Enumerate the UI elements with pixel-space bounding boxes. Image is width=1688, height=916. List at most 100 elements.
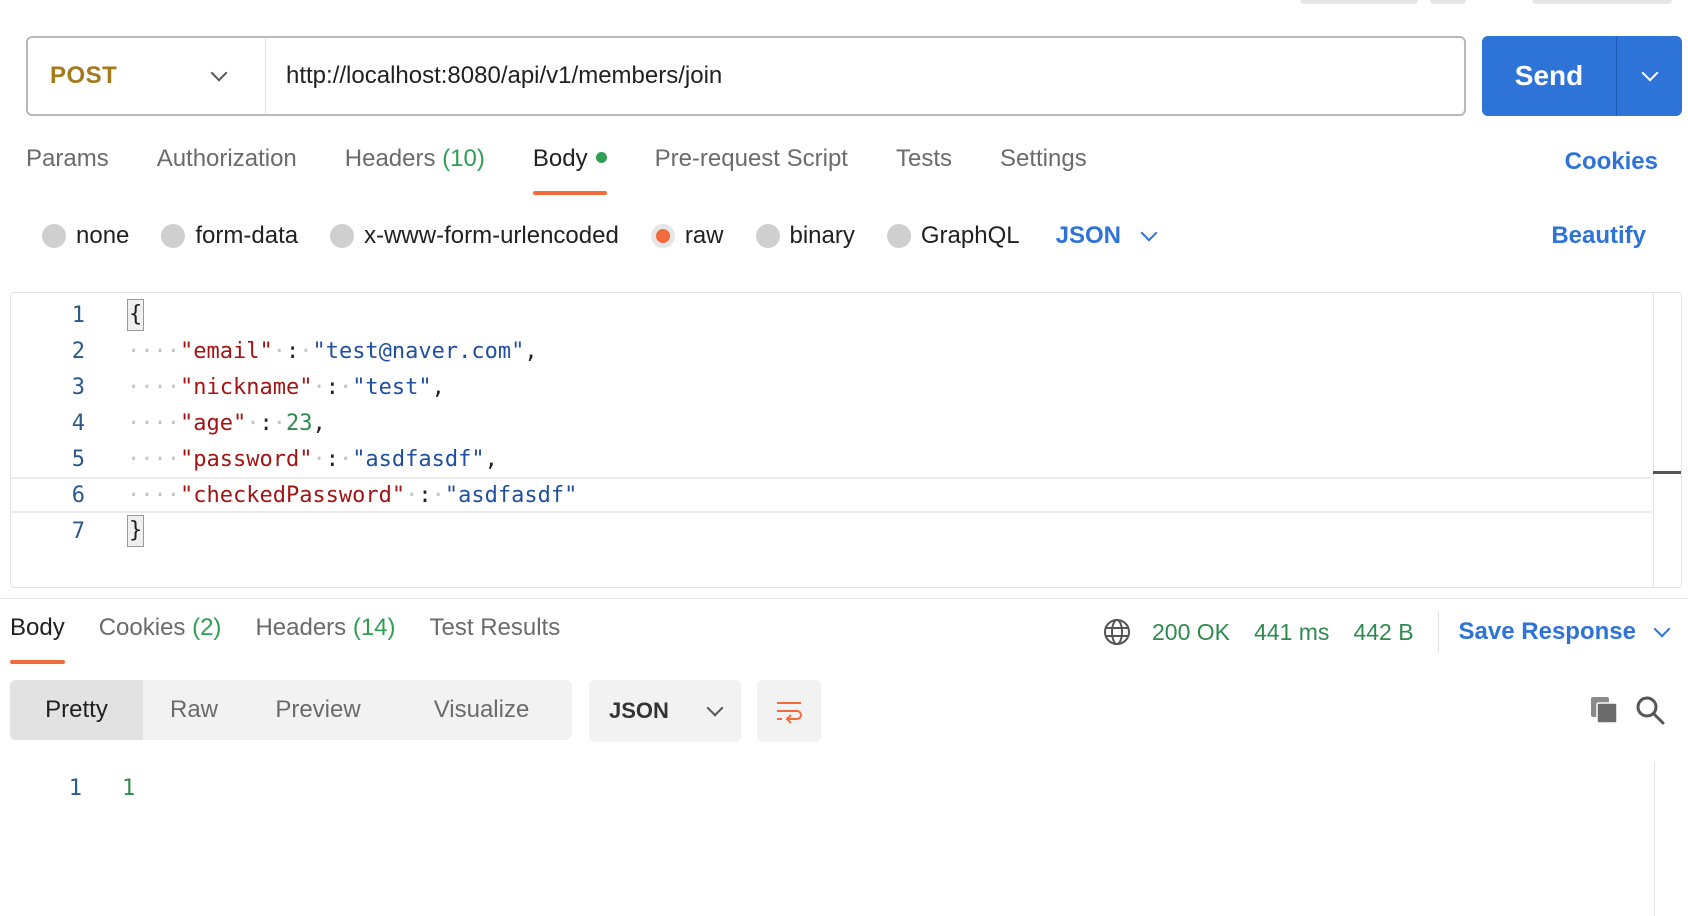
wrap-lines-icon [777,702,802,724]
editor-line: 2 ····"email"·:·"test@naver.com", [11,333,1651,369]
json-key: "password" [179,446,313,472]
radio-circle [330,224,355,248]
response-tab-headers[interactable]: Headers (14) [255,614,395,664]
response-view-switcher: Pretty Raw Preview Visualize [10,680,572,740]
search-icon[interactable] [1634,694,1666,726]
json-key: "email" [179,338,273,364]
tab-authorization[interactable]: Authorization [157,145,297,195]
response-time[interactable]: 441 ms [1254,619,1329,646]
close-brace: } [127,515,145,547]
radio-none[interactable]: none [42,222,129,250]
send-options-button[interactable] [1616,36,1682,116]
response-tab-body[interactable]: Body [10,614,65,664]
radio-circle-checked [650,224,675,248]
view-visualize[interactable]: Visualize [391,680,572,740]
tab-label: Body [532,145,588,172]
response-divider [0,598,1688,599]
radio-graphql[interactable]: GraphQL [886,222,1020,250]
radio-label: raw [684,222,724,249]
code-text: ····"checkedPassword"·:·"asdfasdf" [127,482,578,508]
line-number: 6 [71,482,85,508]
top-control-sliver [1532,0,1672,4]
tab-count: (10) [442,145,485,172]
editor-line: 4 ····"age"·:·23, [11,405,1651,441]
view-preview[interactable]: Preview [245,680,391,740]
wrap-lines-button[interactable] [757,680,821,742]
tab-label: Headers [344,145,436,172]
copy-icon[interactable] [1588,694,1620,726]
body-type-options: none form-data x-www-form-urlencoded raw… [42,220,1158,252]
radio-label: GraphQL [920,222,1020,249]
chevron-down-icon [1641,64,1658,82]
radio-urlencoded[interactable]: x-www-form-urlencoded [330,222,619,250]
tab-count: (14) [352,614,396,641]
request-tabs: Params Authorization Headers (10) Body P… [26,145,1135,195]
tab-headers[interactable]: Headers (10) [345,145,485,195]
chevron-down-icon [706,699,724,717]
format-label: JSON [609,698,669,723]
cookies-link[interactable]: Cookies [1565,148,1658,176]
tab-label: Cookies [98,614,186,641]
response-line: 1 1 [0,770,136,806]
top-control-sliver [1430,0,1466,4]
code-text: ····"email"·:·"test@naver.com", [127,338,538,364]
response-scrollbar[interactable] [1654,762,1655,916]
globe-icon[interactable] [1102,617,1132,647]
line-number: 2 [71,338,85,364]
beautify-button[interactable]: Beautify [1551,222,1646,250]
response-tab-test-results[interactable]: Test Results [430,614,561,664]
save-response-button[interactable]: Save Response [1459,618,1671,646]
view-raw[interactable]: Raw [143,680,245,740]
tab-label: Settings [999,145,1087,172]
body-indicator-dot [595,152,607,164]
radio-binary[interactable]: binary [755,222,855,250]
editor-scrollbar[interactable] [1653,293,1681,587]
send-button[interactable]: Send [1482,36,1616,116]
radio-label: form-data [195,222,299,249]
chevron-down-icon [1140,224,1158,242]
json-trail: , [524,338,538,364]
radio-circle [755,224,780,248]
json-value: "asdfasdf" [352,446,485,472]
radio-label: x-www-form-urlencoded [364,222,619,249]
json-trail: , [484,446,498,472]
request-body-editor[interactable]: 1 { 2 ····"email"·:·"test@naver.com", 3 … [10,292,1682,588]
json-value: 23 [285,410,313,436]
response-body-viewer[interactable]: 1 1 [0,762,1688,916]
editor-line: 1 { [11,297,1651,333]
response-size[interactable]: 442 B [1353,619,1413,646]
radio-raw[interactable]: raw [650,222,724,250]
chevron-down-icon [210,64,228,82]
language-label: JSON [1055,222,1121,249]
send-button-group: Send [1482,36,1682,116]
url-input[interactable] [266,38,1464,114]
tab-pre-request-script[interactable]: Pre-request Script [655,145,848,195]
request-url-bar: POST [26,36,1466,116]
radio-circle [161,224,186,248]
tab-label: Tests [895,145,952,172]
line-number: 5 [71,446,85,472]
editor-line: 3 ····"nickname"·:·"test", [11,369,1651,405]
tab-label: Pre-request Script [654,145,848,172]
tab-settings[interactable]: Settings [1000,145,1087,195]
tab-label: Params [26,145,109,172]
response-format-select[interactable]: JSON [589,680,741,742]
code-text: ····"nickname"·:·"test", [127,374,445,400]
radio-form-data[interactable]: form-data [161,222,298,250]
method-select[interactable]: POST [28,38,266,114]
code-text: { [127,299,145,331]
view-pretty[interactable]: Pretty [10,680,143,740]
tab-params[interactable]: Params [26,145,109,195]
response-tab-cookies[interactable]: Cookies (2) [99,614,222,664]
editor-line: 7 } [11,513,1651,549]
response-meta: 200 OK 441 ms 442 B Save Response [1102,612,1671,652]
editor-line: 5 ····"password"·:·"asdfasdf", [11,441,1651,477]
radio-circle [886,224,911,248]
line-number: 1 [68,775,82,801]
tab-body[interactable]: Body [532,145,607,195]
open-brace: { [127,299,145,331]
line-number: 1 [71,302,85,328]
tab-tests[interactable]: Tests [896,145,952,195]
body-language-select[interactable]: JSON [1055,222,1158,250]
status-code[interactable]: 200 OK [1152,619,1230,646]
